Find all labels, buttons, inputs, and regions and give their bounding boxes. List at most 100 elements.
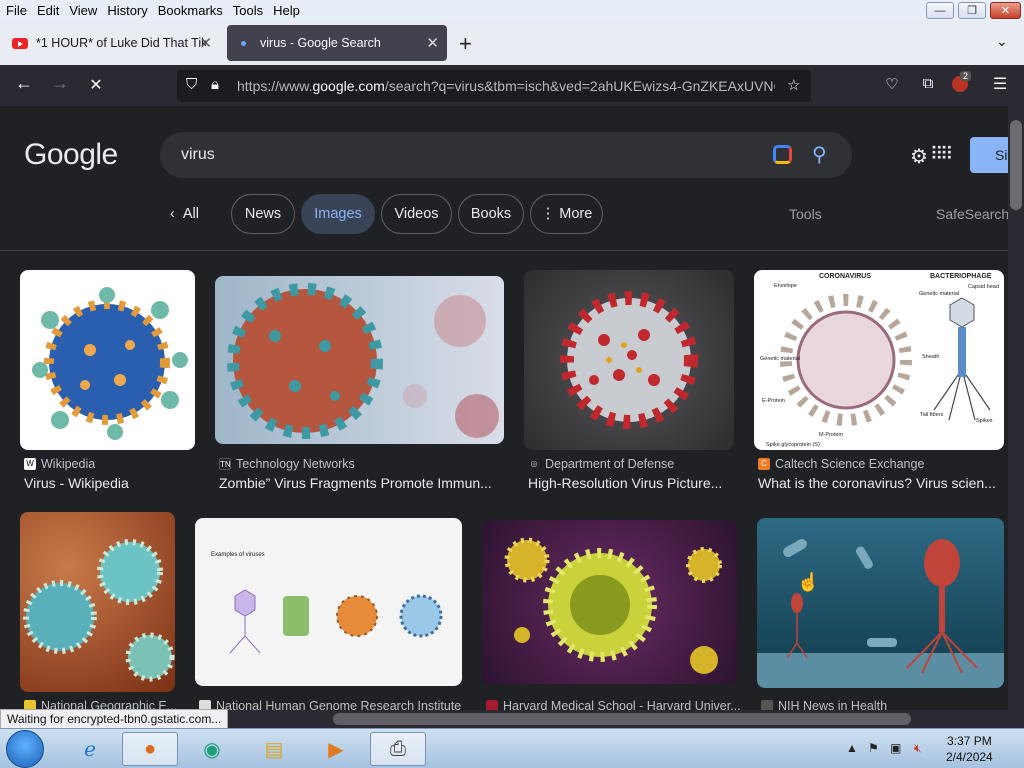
virus-examples-diagram: Examples of viruses: [211, 552, 443, 654]
extensions-icon[interactable]: ⧉: [916, 75, 940, 92]
media-player-icon[interactable]: ▶: [308, 732, 364, 766]
pocket-icon[interactable]: ♡: [880, 75, 904, 93]
svg-text:E-Protein: E-Protein: [762, 398, 785, 404]
chip-images[interactable]: Images: [301, 194, 375, 234]
system-clock[interactable]: 3:37 PM 2/4/2024: [946, 733, 993, 765]
result-image-8[interactable]: [757, 518, 1004, 688]
google-lens-icon[interactable]: [773, 145, 792, 164]
settings-gear-icon[interactable]: ⚙: [910, 144, 928, 169]
close-window-button[interactable]: ✕: [990, 2, 1021, 19]
chip-all[interactable]: ‹ All: [170, 206, 199, 222]
menu-view[interactable]: View: [69, 3, 97, 18]
safesearch-button[interactable]: SafeSearch: [936, 206, 1008, 222]
apps-grid-icon[interactable]: ⠿⠿: [930, 144, 953, 165]
media-app-icon[interactable]: ◉: [184, 732, 240, 766]
printer-icon[interactable]: ⎙: [370, 732, 426, 766]
show-hidden-icons-icon[interactable]: ▲: [846, 741, 858, 755]
result-image-6[interactable]: Examples of viruses: [195, 518, 462, 686]
url-text[interactable]: https://www.google.com/search?q=virus&tb…: [237, 78, 775, 94]
result-source[interactable]: NIH News in Health: [761, 699, 887, 710]
menu-bar: File Edit View History Bookmarks Tools H…: [0, 0, 1024, 21]
google-images-page: Google virus ⚲ ⚙ ⠿⠿ Si ‹ All News Images…: [0, 106, 1008, 710]
clock-date: 2/4/2024: [946, 750, 993, 764]
lock-icon[interactable]: 🔒︎: [211, 76, 219, 93]
new-tab-button[interactable]: +: [459, 31, 472, 57]
internet-explorer-icon[interactable]: ℯ: [62, 732, 118, 766]
hamburger-menu-icon[interactable]: ☰: [988, 74, 1012, 94]
maximize-button[interactable]: ❐: [958, 2, 986, 19]
result-source[interactable]: W Wikipedia: [24, 457, 95, 471]
tab-close-icon[interactable]: ✕: [199, 34, 212, 52]
sign-in-button[interactable]: Si: [970, 137, 1008, 173]
result-image-3[interactable]: [524, 270, 734, 450]
svg-text:Genetic material: Genetic material: [919, 291, 959, 297]
extension-badge: 2: [960, 71, 972, 81]
result-image-4[interactable]: CORONAVIRUS BACTERIOPHAGE Envelope Genet…: [754, 270, 1004, 450]
result-source[interactable]: National Human Genome Research Institute: [199, 699, 461, 710]
menu-history[interactable]: History: [107, 3, 147, 18]
coronavirus-illustration: [560, 291, 698, 429]
vertical-scrollbar[interactable]: [1008, 106, 1024, 710]
tools-button[interactable]: Tools: [789, 206, 822, 222]
search-input[interactable]: virus: [181, 146, 215, 164]
youtube-icon: [12, 37, 28, 49]
result-title[interactable]: High-Resolution Virus Picture...: [528, 475, 734, 491]
tracking-protection-icon[interactable]: ⛉: [186, 76, 197, 93]
result-title[interactable]: Zombie” Virus Fragments Promote Immun...: [219, 475, 504, 491]
result-image-5[interactable]: [20, 512, 175, 692]
tab-close-icon[interactable]: ✕: [426, 34, 439, 52]
menu-help[interactable]: Help: [273, 3, 300, 18]
menu-bookmarks[interactable]: Bookmarks: [158, 3, 223, 18]
bacteriophage-illustration: [757, 539, 1004, 688]
clock-time: 3:37 PM: [947, 734, 992, 748]
file-explorer-icon[interactable]: ▤: [246, 732, 302, 766]
chip-more[interactable]: ⋮ More: [530, 194, 603, 234]
google-logo[interactable]: Google: [24, 138, 118, 172]
list-all-tabs-button[interactable]: ⌄: [996, 33, 1008, 50]
loading-indicator-icon: [241, 40, 246, 46]
result-source[interactable]: ◎ Department of Defense: [528, 457, 675, 471]
search-icon[interactable]: ⚲: [812, 142, 827, 167]
svg-text:Tail fibers: Tail fibers: [920, 412, 943, 418]
action-center-flag-icon[interactable]: ⚑: [868, 741, 879, 755]
svg-text:M-Protein: M-Protein: [819, 432, 843, 438]
svg-text:Spikes: Spikes: [976, 418, 993, 424]
result-title[interactable]: Virus - Wikipedia: [24, 475, 194, 491]
forward-button[interactable]: →: [48, 73, 72, 94]
vertical-scroll-thumb[interactable]: [1010, 120, 1022, 210]
svg-text:Spike glycoprotein (S): Spike glycoprotein (S): [766, 442, 820, 448]
menu-file[interactable]: File: [6, 3, 27, 18]
chip-videos[interactable]: Videos: [381, 194, 452, 234]
minimize-button[interactable]: —: [926, 2, 954, 19]
chip-news[interactable]: News: [231, 194, 295, 234]
result-image-2[interactable]: [215, 276, 504, 444]
tab-bar: *1 HOUR* of Luke Did That TikT ✕ virus -…: [0, 21, 1024, 65]
svg-text:Envelope: Envelope: [774, 283, 797, 289]
result-source[interactable]: TN Technology Networks: [219, 457, 355, 471]
tab-google-search[interactable]: virus - Google Search ✕: [227, 25, 447, 61]
bookmark-star-icon[interactable]: ☆: [787, 76, 800, 94]
firefox-icon[interactable]: ●: [122, 732, 178, 766]
search-filter-chips: ‹ All News Images Videos Books ⋮ More: [0, 194, 1008, 234]
result-title[interactable]: What is the coronavirus? Virus scien...: [758, 475, 1004, 491]
stop-button[interactable]: ✕: [84, 75, 108, 95]
horizontal-scroll-thumb[interactable]: [333, 713, 911, 725]
back-button[interactable]: ←: [12, 73, 36, 94]
search-box[interactable]: virus ⚲: [160, 132, 852, 178]
caltech-icon: C: [758, 458, 770, 470]
url-bar[interactable]: ⛉ 🔒︎ https://www.google.com/search?q=vir…: [177, 70, 811, 102]
volume-muted-icon[interactable]: 🔇︎: [914, 741, 922, 756]
menu-tools[interactable]: Tools: [233, 3, 263, 18]
result-image-7[interactable]: [482, 520, 737, 684]
start-button[interactable]: [6, 730, 44, 768]
virus-illustration-5: [23, 539, 175, 682]
network-icon[interactable]: ▣: [890, 741, 901, 755]
result-source[interactable]: C Caltech Science Exchange: [758, 457, 924, 471]
result-image-1[interactable]: [20, 270, 195, 450]
tab-youtube[interactable]: *1 HOUR* of Luke Did That TikT ✕: [2, 25, 220, 61]
menu-edit[interactable]: Edit: [37, 3, 59, 18]
virus-diagram: CORONAVIRUS BACTERIOPHAGE Envelope Genet…: [760, 273, 999, 448]
chip-books[interactable]: Books: [458, 194, 524, 234]
svg-text:Sheath: Sheath: [922, 354, 939, 360]
result-source[interactable]: Harvard Medical School - Harvard Univer.…: [486, 699, 741, 710]
